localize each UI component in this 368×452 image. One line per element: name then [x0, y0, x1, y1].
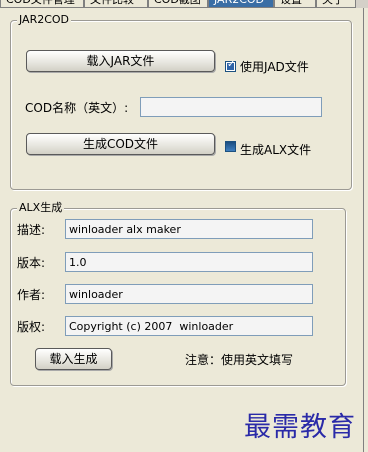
alx-group: ALX生成 描述: 版本: 作者: 版权: 载入生成 注意：使用英文填写 — [10, 201, 346, 386]
generate-alx-checkbox[interactable] — [225, 141, 236, 152]
author-input[interactable] — [65, 284, 313, 304]
tab-jar2cod[interactable]: JAR2COD — [208, 0, 274, 8]
watermark-text: 最需教育 — [244, 412, 356, 443]
description-label: 描述: — [17, 223, 46, 237]
tab-strip: COD文件管理 文件比较 COD截图 JAR2COD 设置 关于 — [0, 0, 368, 8]
generate-cod-button[interactable]: 生成COD文件 — [26, 133, 215, 155]
copyright-input[interactable] — [65, 316, 313, 336]
generate-alx-label: 生成ALX文件 — [240, 143, 312, 157]
author-label: 作者: — [17, 288, 46, 302]
tab-cod-file-manager[interactable]: COD文件管理 — [0, 0, 84, 8]
alx-group-title: ALX生成 — [17, 201, 65, 215]
tab-about[interactable]: 关于 — [316, 0, 356, 8]
tab-settings[interactable]: 设置 — [274, 0, 316, 8]
cod-name-label: COD名称（英文）: — [25, 101, 129, 115]
version-label: 版本: — [17, 256, 46, 270]
version-input[interactable] — [65, 252, 313, 272]
cod-name-input[interactable] — [140, 97, 322, 117]
jar2cod-group: JAR2COD 载入JAR文件 ✓ 使用JAD文件 COD名称（英文）: 生成C… — [10, 13, 352, 190]
note-text: 注意：使用英文填写 — [185, 353, 294, 367]
jar2cod-group-title: JAR2COD — [17, 13, 72, 27]
copyright-label: 版权: — [17, 320, 46, 334]
load-generate-button[interactable]: 载入生成 — [35, 348, 112, 370]
tab-panel: JAR2COD 载入JAR文件 ✓ 使用JAD文件 COD名称（英文）: 生成C… — [0, 8, 364, 452]
use-jad-checkbox[interactable]: ✓ — [225, 59, 236, 72]
checkmark-icon: ✓ — [227, 59, 236, 70]
tab-file-compare[interactable]: 文件比较 — [84, 0, 148, 8]
tab-cod-screenshot[interactable]: COD截图 — [148, 0, 208, 8]
description-input[interactable] — [65, 219, 313, 239]
use-jad-label: 使用JAD文件 — [240, 60, 309, 74]
load-jar-button[interactable]: 载入JAR文件 — [26, 50, 215, 72]
